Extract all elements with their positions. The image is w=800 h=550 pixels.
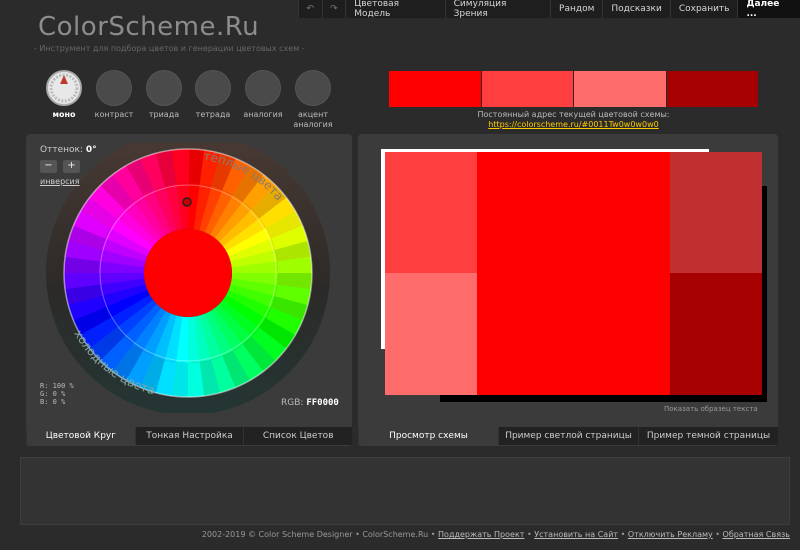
preview-cell-dark[interactable]	[670, 273, 762, 395]
scheme-label-line2: аналогия	[293, 120, 333, 129]
tetrad-scheme-icon	[195, 70, 231, 106]
green-percent: G: 0 %	[40, 390, 66, 398]
scheme-tetrad-button[interactable]: тетрада	[193, 70, 233, 120]
menu-random[interactable]: Рандом	[550, 0, 602, 18]
permalink-url[interactable]: https://colorscheme.ru/#0011Tw0w0w0w0	[389, 120, 758, 129]
palette-swatch[interactable]	[574, 71, 666, 107]
hue-plus-button[interactable]: +	[63, 160, 80, 173]
menu-more[interactable]: Далее ...	[737, 0, 800, 19]
scheme-label: триада	[148, 110, 180, 119]
scheme-label: контраст	[94, 110, 134, 119]
site-tagline: - Инструмент для подбора цветов и генера…	[34, 44, 305, 53]
accent-analogy-scheme-icon	[295, 70, 331, 106]
menu-vision-simulation[interactable]: Симуляция Зрения	[444, 0, 550, 19]
palette-swatch[interactable]	[666, 71, 758, 107]
scheme-analogy-button[interactable]: аналогия	[243, 70, 283, 120]
scheme-label: моно	[52, 110, 76, 119]
hue-value: 0°	[85, 145, 97, 155]
tab-color-wheel[interactable]: Цветовой Круг	[26, 427, 135, 445]
rgb-hex-readout: RGB: FF0000	[281, 398, 339, 408]
undo-icon[interactable]: ↶	[298, 0, 322, 18]
scheme-mono-button[interactable]: моно	[44, 70, 84, 120]
menu-hints[interactable]: Подсказки	[602, 0, 669, 18]
redo-icon[interactable]: ↷	[321, 0, 346, 18]
permalink-label: Постоянный адрес текущей цветовой схемы:	[477, 110, 670, 119]
hue-handle[interactable]	[182, 197, 192, 207]
footer-link-feedback[interactable]: Обратная Связь	[723, 530, 790, 539]
scheme-label: тетрада	[195, 110, 231, 119]
contrast-scheme-icon	[96, 70, 132, 106]
tab-color-list[interactable]: Список Цветов	[243, 427, 353, 445]
selected-color-center	[144, 229, 232, 317]
blue-percent: B: 0 %	[40, 398, 66, 406]
scheme-preview	[385, 152, 762, 395]
color-wheel[interactable]: тёплые цвета холодные цвета	[40, 143, 330, 413]
scheme-label-line1: акцент	[298, 110, 328, 119]
bottom-ad-area	[20, 457, 790, 525]
tab-fine-tuning[interactable]: Тонкая Настройка	[134, 427, 244, 445]
hue-label-text: Оттенок:	[40, 145, 83, 155]
tab-light-page-example[interactable]: Пример светлой страницы	[498, 427, 638, 445]
scheme-label: акцент аналогия	[293, 110, 333, 130]
hue-minus-button[interactable]: −	[40, 160, 57, 173]
site-logo[interactable]: ColorScheme.Ru	[38, 12, 259, 42]
preview-cell-lighter[interactable]	[385, 273, 477, 395]
footer: 2002-2019 © Color Scheme Designer • Colo…	[201, 530, 790, 539]
tab-dark-page-example[interactable]: Пример темной страницы	[638, 427, 778, 445]
palette-strip	[389, 71, 758, 107]
preview-cell-primary[interactable]	[477, 152, 670, 395]
scheme-label: аналогия	[243, 110, 283, 119]
rgb-percent-readout: R: 100 % G: 0 % B: 0 %	[40, 382, 74, 406]
scheme-accent-analogy-button[interactable]: акцент аналогия	[293, 70, 333, 130]
show-sample-text-link[interactable]: Показать образец текста	[664, 405, 758, 413]
hue-label: Оттенок: 0°	[40, 145, 97, 155]
triad-scheme-icon	[146, 70, 182, 106]
preview-cell-light[interactable]	[385, 152, 477, 273]
preview-cell-muted[interactable]	[670, 152, 762, 273]
mono-scheme-icon	[46, 70, 82, 106]
top-menu: ↶ ↷ Цветовая Модель Симуляция Зрения Ран…	[298, 0, 800, 19]
scheme-contrast-button[interactable]: контраст	[94, 70, 134, 120]
footer-copyright: 2002-2019 © Color Scheme Designer • Colo…	[201, 530, 436, 539]
footer-link-install[interactable]: Установить на Сайт	[534, 530, 618, 539]
rgb-hex-label: RGB:	[281, 398, 304, 408]
menu-save[interactable]: Сохранить	[669, 0, 738, 18]
inversion-link[interactable]: инверсия	[40, 177, 80, 186]
footer-link-support[interactable]: Поддержать Проект	[438, 530, 524, 539]
right-tab-bar: Просмотр схемы Пример светлой страницы П…	[358, 427, 778, 445]
left-tab-bar: Цветовой Круг Тонкая Настройка Список Цв…	[26, 427, 353, 445]
analogy-scheme-icon	[245, 70, 281, 106]
tab-scheme-preview[interactable]: Просмотр схемы	[358, 427, 498, 445]
footer-link-disable-ads[interactable]: Отключить Рекламу	[628, 530, 713, 539]
rgb-hex-value: FF0000	[306, 398, 339, 408]
palette-swatch[interactable]	[481, 71, 573, 107]
palette-swatch[interactable]	[389, 71, 481, 107]
menu-color-model[interactable]: Цветовая Модель	[345, 0, 444, 19]
red-percent: R: 100 %	[40, 382, 74, 390]
scheme-triad-button[interactable]: триада	[144, 70, 184, 120]
